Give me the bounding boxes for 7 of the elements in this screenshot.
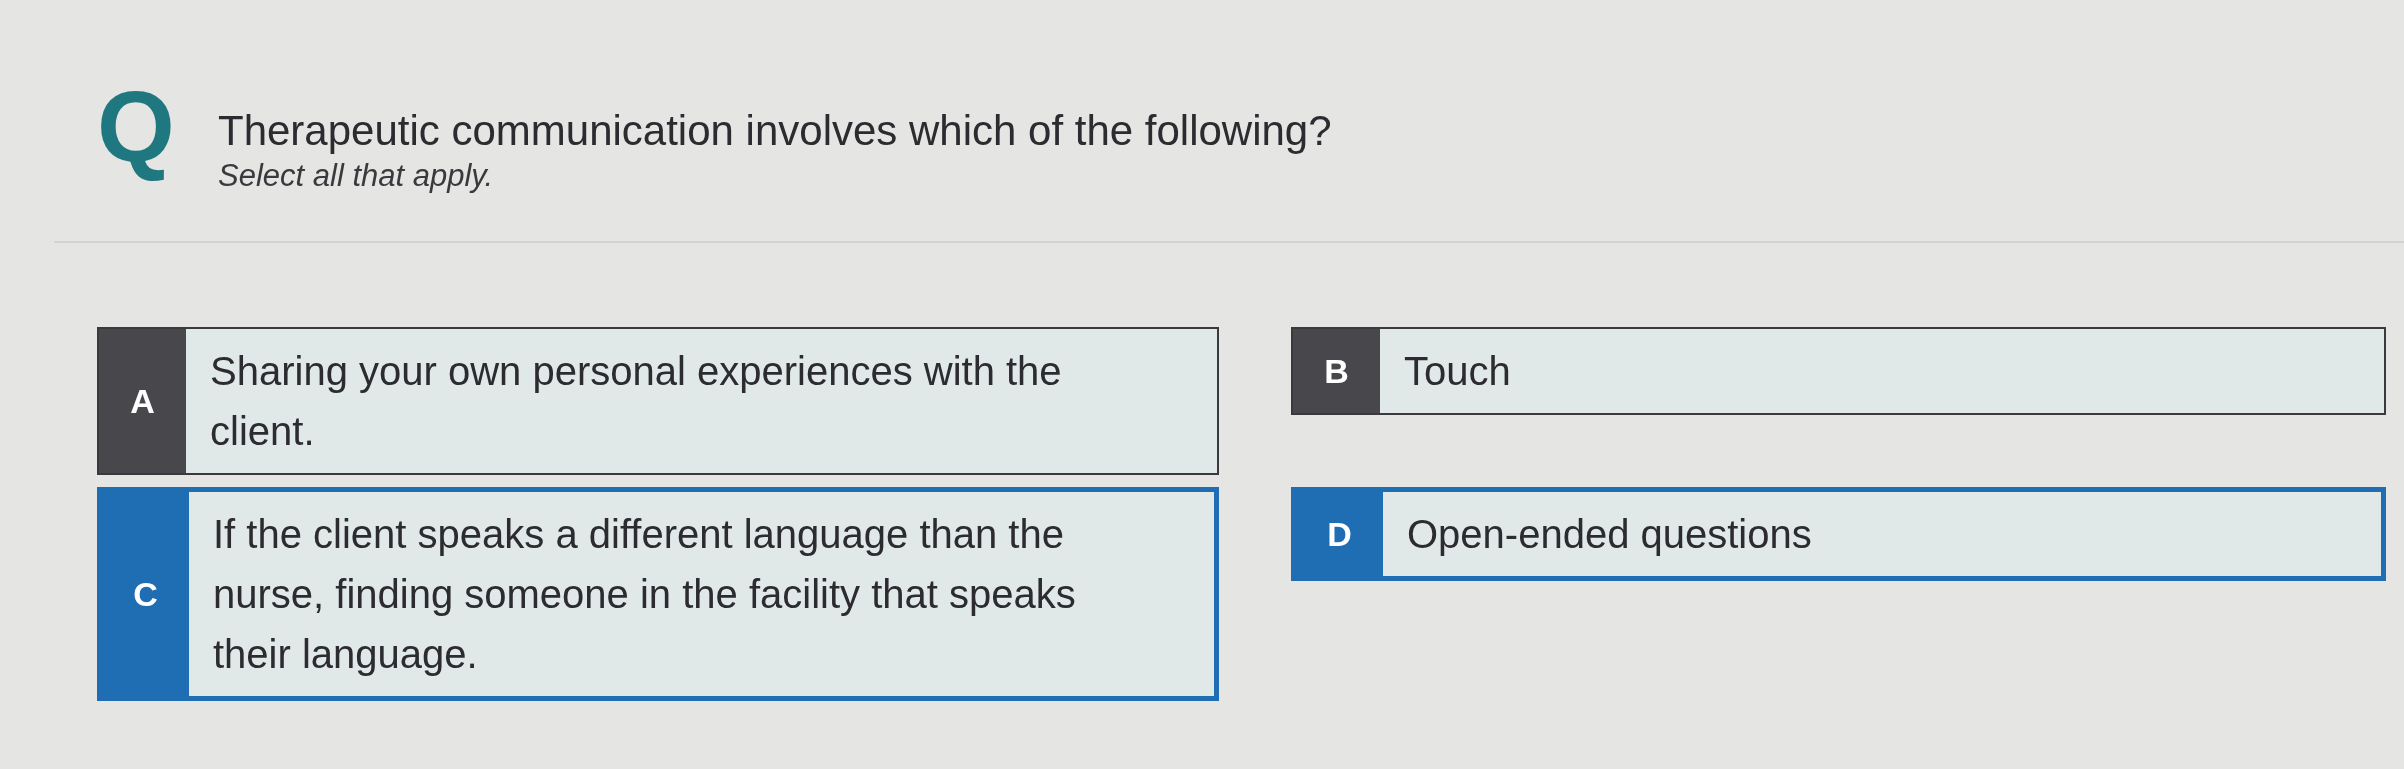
question-letter: Q: [97, 69, 176, 184]
question-text: Therapeutic communication involves which of the following?: [218, 106, 1332, 156]
answer-option[interactable]: C If the client speaks a different language than the nurse, finding someone in the facility that speaks their language.: [97, 487, 1219, 701]
answer-option[interactable]: B Touch: [1291, 327, 2386, 415]
answer-option[interactable]: D Open-ended questions: [1291, 487, 2386, 581]
answer-option[interactable]: A Sharing your own personal experiences with the client.: [97, 327, 1219, 475]
instruction-text: Select all that apply.: [218, 157, 494, 195]
